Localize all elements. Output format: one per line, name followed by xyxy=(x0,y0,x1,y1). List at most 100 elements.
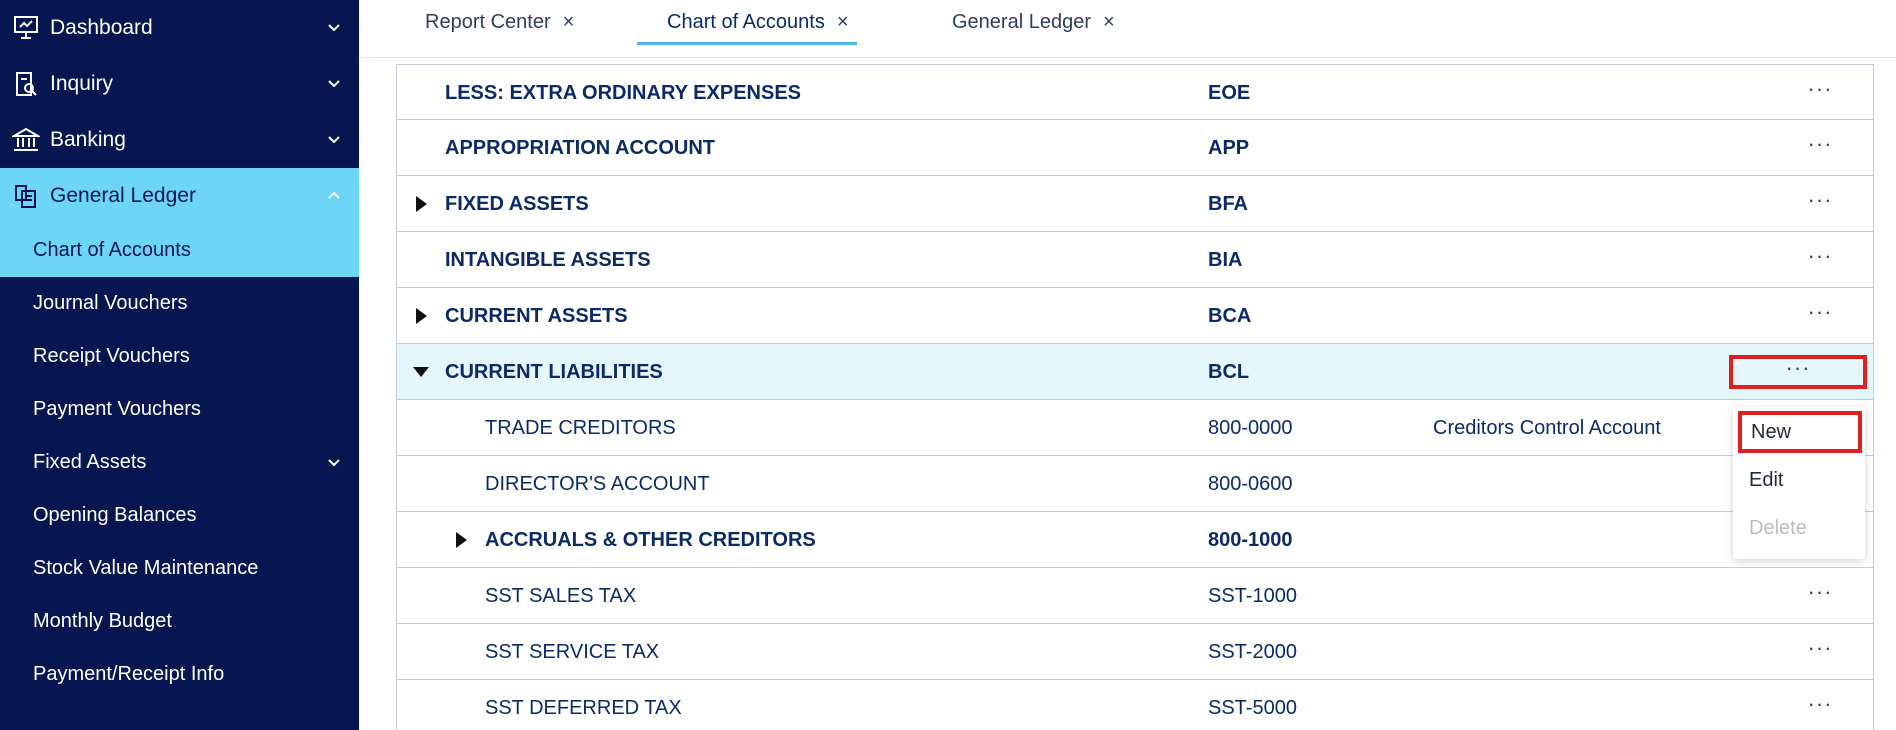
close-icon[interactable]: × xyxy=(837,11,849,34)
table-row[interactable]: ACCRUALS & OTHER CREDITORS 800-1000 xyxy=(397,512,1873,568)
more-icon: ··· xyxy=(1807,579,1833,604)
sidebar-item-stock-value-maintenance[interactable]: Stock Value Maintenance xyxy=(0,542,359,595)
more-actions-button[interactable]: ··· xyxy=(1790,568,1850,624)
collapse-caret-icon[interactable] xyxy=(409,344,433,400)
tab-report-center[interactable]: Report Center × xyxy=(425,0,574,44)
account-code: EOE xyxy=(1208,81,1251,104)
account-code: BCL xyxy=(1208,360,1250,383)
row-context-menu: New Edit Delete xyxy=(1733,407,1865,559)
more-icon: ··· xyxy=(1807,299,1833,324)
more-icon: ··· xyxy=(1807,76,1833,101)
table-row[interactable]: DIRECTOR'S ACCOUNT 800-0600 xyxy=(397,456,1873,512)
bank-icon xyxy=(12,126,40,154)
account-code: SST-1000 xyxy=(1208,584,1297,607)
account-code: 800-0600 xyxy=(1208,472,1293,495)
close-icon[interactable]: × xyxy=(563,11,575,34)
more-actions-button[interactable]: ··· xyxy=(1790,65,1850,121)
table-row[interactable]: SST SALES TAX SST-1000 ··· xyxy=(397,568,1873,624)
table-row[interactable]: SST DEFERRED TAX SST-5000 ··· xyxy=(397,680,1873,730)
tab-label: Report Center xyxy=(425,10,551,33)
more-actions-button[interactable]: ··· xyxy=(1790,680,1850,730)
sidebar-item-payment-vouchers[interactable]: Payment Vouchers xyxy=(0,383,359,436)
sidebar-item-receipt-vouchers[interactable]: Receipt Vouchers xyxy=(0,330,359,383)
sidebar-item-label: Chart of Accounts xyxy=(33,239,191,261)
sidebar-group-inquiry[interactable]: Inquiry xyxy=(0,56,359,112)
account-description: Creditors Control Account xyxy=(1433,416,1661,439)
sidebar-item-label: Payment/Receipt Info xyxy=(33,663,225,685)
chevron-down-icon xyxy=(328,458,340,466)
expand-caret-icon[interactable] xyxy=(449,512,473,568)
more-actions-button[interactable]: ··· xyxy=(1790,288,1850,344)
account-name: APPROPRIATION ACCOUNT xyxy=(445,136,715,159)
account-code: SST-5000 xyxy=(1208,696,1297,719)
sidebar: Dashboard Inquiry Banking General Ledger… xyxy=(0,0,359,730)
sidebar-item-journal-vouchers[interactable]: Journal Vouchers xyxy=(0,277,359,330)
more-actions-button[interactable]: ··· xyxy=(1790,120,1850,176)
sidebar-group-general-ledger[interactable]: General Ledger xyxy=(0,168,359,224)
more-actions-button[interactable]: ··· xyxy=(1790,232,1850,288)
tab-bar: Report Center × Chart of Accounts × Gene… xyxy=(359,0,1896,58)
chevron-up-icon xyxy=(328,191,340,199)
account-name: DIRECTOR'S ACCOUNT xyxy=(485,472,710,495)
account-name: TRADE CREDITORS xyxy=(485,416,676,439)
account-code: 800-1000 xyxy=(1208,528,1293,551)
tab-chart-of-accounts[interactable]: Chart of Accounts × xyxy=(637,0,857,45)
inquiry-icon xyxy=(12,70,40,98)
sidebar-group-label: Banking xyxy=(50,128,126,151)
sidebar-item-label: Journal Vouchers xyxy=(33,292,188,314)
sidebar-group-banking[interactable]: Banking xyxy=(0,112,359,168)
account-name: SST SALES TAX xyxy=(485,584,637,607)
table-row-selected[interactable]: CURRENT LIABILITIES BCL ··· xyxy=(397,344,1873,400)
expand-caret-icon[interactable] xyxy=(409,176,433,232)
table-row[interactable]: INTANGIBLE ASSETS BIA ··· xyxy=(397,232,1873,288)
table-row[interactable]: FIXED ASSETS BFA ··· xyxy=(397,176,1873,232)
more-icon: ··· xyxy=(1807,243,1833,268)
chevron-down-icon xyxy=(328,136,340,144)
account-code: 800-0000 xyxy=(1208,416,1293,439)
chevron-down-icon xyxy=(328,80,340,88)
account-name: FIXED ASSETS xyxy=(445,192,589,215)
more-actions-button[interactable]: ··· xyxy=(1790,176,1850,232)
table-row[interactable]: TRADE CREDITORS 800-0000 Creditors Contr… xyxy=(397,400,1873,456)
sidebar-item-label: Stock Value Maintenance xyxy=(33,557,259,579)
sidebar-item-payment-receipt-info[interactable]: Payment/Receipt Info xyxy=(0,648,359,701)
menu-item-edit[interactable]: Edit xyxy=(1733,457,1865,503)
table-row[interactable]: APPROPRIATION ACCOUNT APP ··· xyxy=(397,120,1873,176)
more-icon: ··· xyxy=(1807,131,1833,156)
sidebar-item-label: Payment Vouchers xyxy=(33,398,201,420)
more-icon: ··· xyxy=(1807,187,1833,212)
sidebar-item-monthly-budget[interactable]: Monthly Budget xyxy=(0,595,359,648)
menu-item-new[interactable]: New xyxy=(1738,411,1862,453)
account-code: APP xyxy=(1208,136,1250,159)
account-name: ACCRUALS & OTHER CREDITORS xyxy=(485,528,816,551)
sidebar-item-fixed-assets[interactable]: Fixed Assets xyxy=(0,436,359,489)
tab-label: General Ledger xyxy=(952,10,1091,33)
sidebar-item-label: Receipt Vouchers xyxy=(33,345,190,367)
table-row[interactable]: CURRENT ASSETS BCA ··· xyxy=(397,288,1873,344)
more-icon: ··· xyxy=(1785,355,1811,380)
account-code: BIA xyxy=(1208,248,1243,271)
table-row[interactable]: LESS: EXTRA ORDINARY EXPENSES EOE ··· xyxy=(397,64,1873,120)
more-actions-button[interactable]: ··· xyxy=(1729,355,1867,389)
sidebar-item-opening-balances[interactable]: Opening Balances xyxy=(0,489,359,542)
accounts-tree-table: LESS: EXTRA ORDINARY EXPENSES EOE ··· AP… xyxy=(396,64,1874,730)
more-actions-button[interactable]: ··· xyxy=(1790,624,1850,680)
close-icon[interactable]: × xyxy=(1103,11,1115,34)
tab-general-ledger[interactable]: General Ledger × xyxy=(952,0,1115,44)
account-code: SST-2000 xyxy=(1208,640,1297,663)
dashboard-icon xyxy=(12,14,40,42)
menu-item-delete: Delete xyxy=(1749,516,1807,539)
expand-caret-icon[interactable] xyxy=(409,288,433,344)
account-code: BFA xyxy=(1208,192,1248,215)
table-row[interactable]: SST SERVICE TAX SST-2000 ··· xyxy=(397,624,1873,680)
sidebar-group-label: General Ledger xyxy=(50,184,196,207)
sidebar-group-dashboard[interactable]: Dashboard xyxy=(0,0,359,56)
account-name: LESS: EXTRA ORDINARY EXPENSES xyxy=(445,81,801,104)
ledger-icon xyxy=(12,182,40,210)
sidebar-group-label: Inquiry xyxy=(50,72,114,95)
sidebar-item-chart-of-accounts[interactable]: Chart of Accounts xyxy=(0,224,359,277)
sidebar-group-label: Dashboard xyxy=(50,16,153,39)
more-icon: ··· xyxy=(1807,691,1833,716)
tab-label: Chart of Accounts xyxy=(667,10,825,33)
sidebar-item-label: Fixed Assets xyxy=(33,451,147,473)
